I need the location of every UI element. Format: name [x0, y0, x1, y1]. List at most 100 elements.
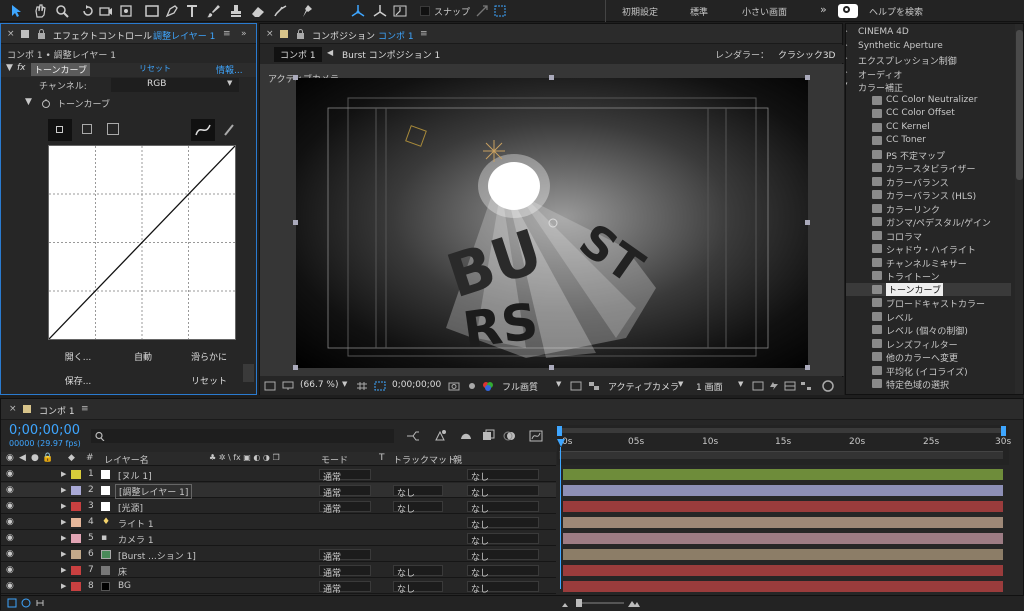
- grid-icon[interactable]: [356, 381, 368, 391]
- list-item[interactable]: 他のカラーへ変更: [846, 350, 1011, 364]
- world-axis-icon[interactable]: [372, 3, 388, 19]
- save-button[interactable]: 保存...: [56, 374, 100, 387]
- layer-bar[interactable]: [563, 533, 1003, 544]
- eye-icon[interactable]: ◉: [6, 501, 14, 511]
- list-item[interactable]: カラーリンク: [846, 202, 1011, 216]
- layer-name[interactable]: ライト 1: [118, 517, 154, 530]
- layer-name[interactable]: BG: [118, 581, 131, 591]
- toggle-modes-icon[interactable]: [21, 598, 31, 608]
- flowchart-icon[interactable]: [800, 381, 812, 391]
- frame-blending-icon[interactable]: [481, 429, 495, 442]
- workspace-standard[interactable]: 標準: [690, 5, 708, 18]
- label-color[interactable]: [71, 486, 81, 495]
- list-item[interactable]: オーディオ▶: [846, 67, 1011, 81]
- zoom-tool-icon[interactable]: [54, 3, 70, 19]
- layer-bar[interactable]: [563, 501, 1003, 512]
- list-item[interactable]: カラースタビライザー: [846, 161, 1011, 175]
- curve-bezier-tool-icon[interactable]: [191, 119, 215, 141]
- panel-expand-icon[interactable]: »: [241, 29, 247, 39]
- list-item[interactable]: トライトーン: [846, 269, 1011, 283]
- comp-mini-flowchart-icon[interactable]: [406, 430, 420, 442]
- search-help-icon[interactable]: [838, 4, 858, 18]
- workspace-default[interactable]: 初期設定: [622, 5, 658, 18]
- pen-tool-icon[interactable]: [164, 3, 180, 19]
- panel-menu-icon[interactable]: ≡: [223, 29, 231, 39]
- workspace-small[interactable]: 小さい画面: [742, 5, 787, 18]
- toggle-pixel-aspect-icon[interactable]: [752, 381, 764, 391]
- eye-icon[interactable]: ◉: [6, 485, 14, 495]
- curve-view-large-icon[interactable]: [101, 119, 125, 141]
- mode-dropdown[interactable]: 通常: [319, 469, 371, 483]
- folder-open-icon[interactable]: ▼: [846, 81, 847, 89]
- panel-menu-icon[interactable]: ≡: [81, 404, 89, 414]
- reset-link[interactable]: リセット: [139, 63, 171, 74]
- col-layer-name[interactable]: レイヤー名: [104, 453, 149, 466]
- list-item[interactable]: レンズフィルター: [846, 337, 1011, 351]
- scrollbar[interactable]: [243, 364, 254, 382]
- label-color[interactable]: [71, 518, 81, 527]
- type-tool-icon[interactable]: [184, 3, 200, 19]
- timeline-tab[interactable]: コンポ 1: [39, 404, 75, 417]
- list-item[interactable]: シャドウ・ハイライト: [846, 242, 1011, 256]
- trackmatte-dropdown[interactable]: なし: [393, 565, 443, 579]
- expand-arrow-icon[interactable]: ▶: [61, 550, 66, 558]
- composition-tab[interactable]: コンポジション: [312, 29, 375, 42]
- list-item[interactable]: チャンネルミキサー: [846, 256, 1011, 270]
- list-item[interactable]: カラーバランス (HLS): [846, 188, 1011, 202]
- lock-icon[interactable]: [37, 29, 46, 39]
- breadcrumb-comp1[interactable]: コンポ 1: [274, 47, 322, 62]
- parent-dropdown[interactable]: なし: [467, 469, 539, 483]
- graph-editor-icon[interactable]: [529, 429, 543, 442]
- trackmatte-dropdown[interactable]: なし: [393, 581, 443, 595]
- view-axis-icon[interactable]: [392, 3, 408, 19]
- monitor-icon[interactable]: [282, 381, 294, 391]
- folder-closed-icon[interactable]: ▶: [846, 41, 847, 49]
- toggle-switches-icon[interactable]: [7, 598, 17, 608]
- layer-name[interactable]: [ヌル 1]: [118, 469, 152, 482]
- table-row[interactable]: ◉ ▶ 4 ♦ ライト 1 なし: [1, 515, 556, 531]
- effect-controls-tab[interactable]: エフェクトコントロール: [53, 29, 152, 42]
- folder-closed-icon[interactable]: ▶: [846, 27, 847, 35]
- roto-brush-tool-icon[interactable]: [272, 3, 288, 19]
- trackmatte-dropdown[interactable]: なし: [393, 485, 443, 499]
- parent-dropdown[interactable]: なし: [467, 533, 539, 547]
- table-row[interactable]: ◉ ▶ 8 BG 通常 なし なし: [1, 579, 556, 595]
- view-dropdown[interactable]: アクティブカメラ: [608, 380, 679, 393]
- show-snapshot-icon[interactable]: [466, 381, 478, 391]
- comp-canvas[interactable]: BU ST RS: [296, 78, 808, 368]
- mode-dropdown[interactable]: 通常: [319, 485, 371, 499]
- reset-button[interactable]: リセット: [187, 374, 231, 387]
- eye-icon[interactable]: ◉: [6, 533, 14, 543]
- list-item[interactable]: ガンマ/ペデスタル/ゲイン: [846, 215, 1011, 229]
- collapse-triangle-icon[interactable]: ▼: [6, 63, 13, 73]
- info-link[interactable]: 情報...: [216, 63, 243, 76]
- eye-icon[interactable]: ◉: [6, 565, 14, 575]
- list-item[interactable]: Synthetic Aperture▶: [846, 40, 1011, 54]
- parent-dropdown[interactable]: なし: [467, 581, 539, 595]
- breadcrumb-burst[interactable]: Burst コンポジション 1: [342, 48, 440, 61]
- eye-icon[interactable]: ◉: [6, 469, 14, 479]
- expand-arrow-icon[interactable]: ▶: [61, 582, 66, 590]
- layer-name[interactable]: [光源]: [118, 501, 143, 514]
- scrollbar[interactable]: [1015, 24, 1023, 394]
- always-preview-icon[interactable]: [264, 381, 276, 391]
- fx-name[interactable]: トーンカーブ: [31, 63, 91, 76]
- list-item[interactable]: カラーバランス: [846, 175, 1011, 189]
- close-icon[interactable]: ×: [9, 404, 17, 414]
- lock-icon[interactable]: [296, 29, 305, 39]
- help-search-field[interactable]: ヘルプを検索: [869, 5, 923, 18]
- parent-dropdown[interactable]: なし: [467, 517, 539, 531]
- snapshot-camera-icon[interactable]: [448, 381, 460, 391]
- snap-edge-icon[interactable]: [474, 3, 490, 19]
- zoom-slider[interactable]: [576, 599, 624, 607]
- selection-tool-icon[interactable]: [8, 3, 24, 19]
- work-area-bar[interactable]: [559, 428, 1005, 433]
- trackmatte-dropdown[interactable]: なし: [393, 501, 443, 515]
- list-item[interactable]: 平均化 (イコライズ): [846, 364, 1011, 378]
- expand-arrow-icon[interactable]: ▶: [61, 486, 66, 494]
- timeline-icon[interactable]: [784, 381, 796, 391]
- close-icon[interactable]: ×: [266, 29, 274, 39]
- tone-curve-graph[interactable]: [48, 145, 236, 340]
- zoom-in-icon[interactable]: [627, 598, 641, 608]
- eye-icon[interactable]: ◉: [6, 517, 14, 527]
